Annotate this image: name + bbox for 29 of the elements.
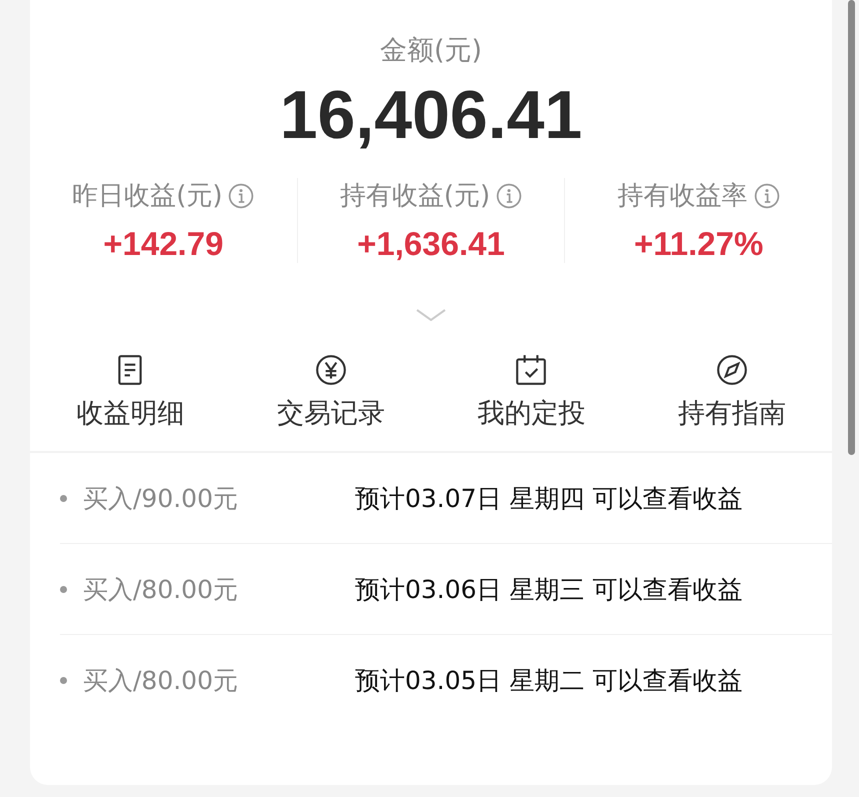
yen-icon [314, 353, 348, 387]
chevron-down-icon[interactable] [416, 309, 446, 321]
compass-icon [714, 353, 749, 387]
balance-value: 16,406.41 [278, 76, 584, 154]
stat-label: 持有收益率 [618, 180, 748, 213]
stat-value: +11.27% [634, 225, 764, 263]
balance-label: 金额(元) [378, 34, 484, 68]
stat-label: 持有收益(元) [340, 180, 490, 213]
bullet-icon [60, 676, 67, 684]
record-amount: 买入/80.00元 [83, 664, 239, 696]
action-button[interactable]: 我的定投 [431, 347, 632, 437]
calendar-icon [514, 353, 548, 387]
record-note: 预计03.07日 星期四 可以查看收益 [355, 482, 742, 514]
stat-value: +142.79 [103, 225, 224, 263]
bullet-icon [60, 586, 67, 592]
bullet-icon [60, 494, 67, 502]
info-icon[interactable] [496, 182, 522, 208]
record-amount: 买入/90.00元 [83, 482, 239, 514]
scrollbar[interactable] [848, 0, 855, 455]
info-icon[interactable] [228, 182, 254, 208]
action-button[interactable]: 持有指南 [632, 347, 832, 437]
info-icon[interactable] [754, 182, 780, 208]
record-amount: 买入/80.00元 [83, 574, 239, 606]
record-note: 预计03.06日 星期三 可以查看收益 [355, 574, 742, 606]
stat-label: 昨日收益(元) [72, 180, 222, 213]
action-button[interactable]: 交易记录 [230, 347, 431, 437]
stat-value: +1,636.41 [357, 225, 505, 263]
action-button[interactable]: 收益明细 [30, 347, 230, 437]
record-note: 预计03.05日 星期二 可以查看收益 [355, 664, 742, 696]
